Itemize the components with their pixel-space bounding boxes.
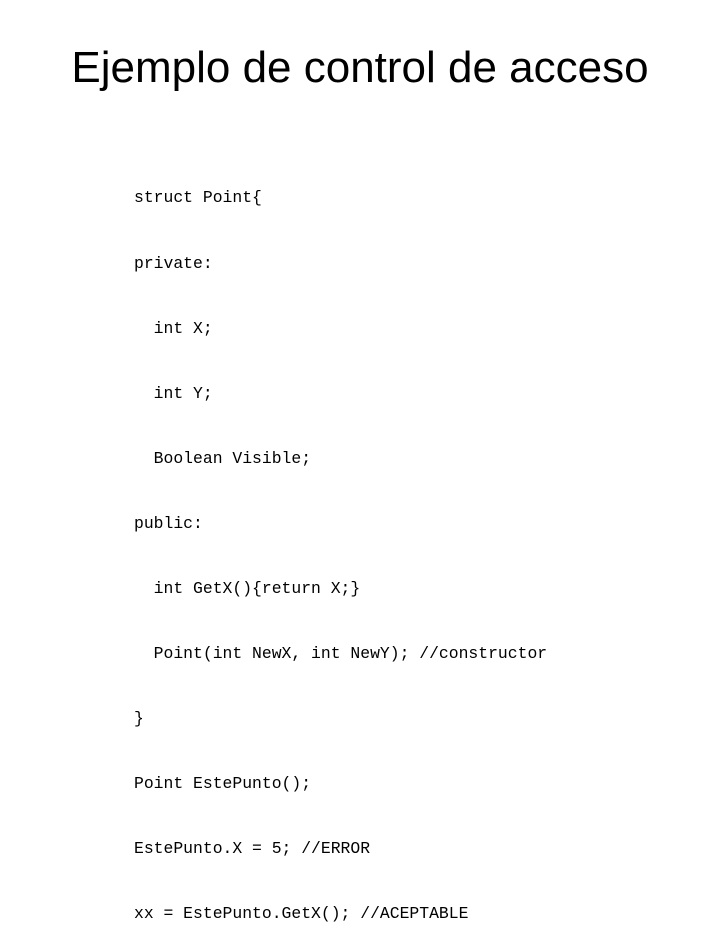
code-line-private-label: private:	[134, 253, 213, 273]
code-line-acceptable-access: xx = EstePunto.GetX(); //ACEPTABLE	[134, 904, 469, 924]
code-line-getx-method: int GetX(){return X;}	[134, 578, 361, 598]
code-line-public-label: public:	[134, 513, 203, 533]
code-line-constructor: Point(int NewX, int NewY); //constructor	[134, 644, 548, 664]
code-line-int-x: int X;	[134, 318, 213, 338]
code-line-closing-brace: }	[134, 709, 144, 729]
code-line-boolean-visible: Boolean Visible;	[134, 448, 312, 468]
slide-title: Ejemplo de control de acceso	[71, 43, 649, 92]
code-line-instance-declaration: Point EstePunto();	[134, 774, 312, 794]
code-block: struct Point{ private: int X; int Y; Boo…	[134, 144, 547, 947]
code-line-int-y: int Y;	[134, 383, 213, 403]
code-line-struct-declaration: struct Point{	[134, 188, 262, 208]
code-line-error-access: EstePunto.X = 5; //ERROR	[134, 839, 371, 859]
